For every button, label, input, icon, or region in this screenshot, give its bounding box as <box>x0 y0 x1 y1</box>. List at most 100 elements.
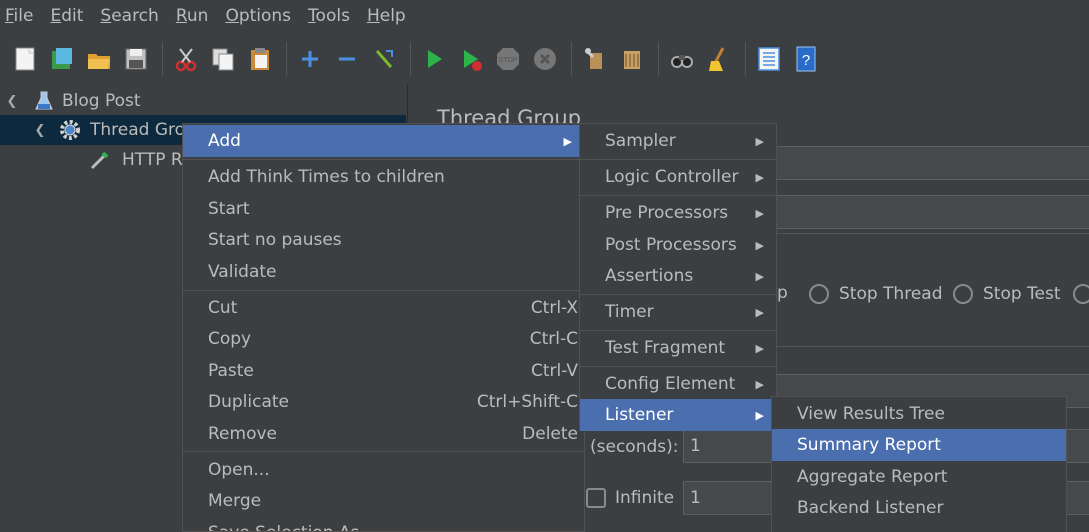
menu-item-save-selection[interactable]: Save Selection As... <box>183 517 584 531</box>
menu-help-label: elp <box>379 6 406 26</box>
tree-node-test-plan[interactable]: ❮ Blog Post <box>0 86 406 116</box>
menu-item-validate[interactable]: Validate <box>183 256 584 288</box>
function-helper-icon[interactable] <box>752 42 786 76</box>
stop-thread-option[interactable]: Stop Thread <box>809 284 943 304</box>
reset-search-icon[interactable] <box>702 42 736 76</box>
toggle-icon[interactable] <box>367 42 401 76</box>
expand-icon[interactable] <box>293 42 327 76</box>
menu-item-paste-label: Paste <box>208 361 254 381</box>
shutdown-icon[interactable] <box>528 42 562 76</box>
chevron-down-icon[interactable]: ❮ <box>4 94 20 109</box>
stop-test-radio[interactable] <box>953 284 973 304</box>
menu-item-post-processors-label: Post Processors <box>605 235 737 255</box>
svg-text:STOP: STOP <box>499 57 518 64</box>
menu-file[interactable]: File <box>0 6 39 26</box>
menu-item-summary-report-label: Summary Report <box>797 435 941 455</box>
stop-test-now-radio[interactable] <box>1073 284 1089 304</box>
menu-item-aggregate-report[interactable]: Aggregate Report <box>772 461 1066 493</box>
menu-separator <box>580 294 776 295</box>
paste-icon[interactable] <box>243 42 277 76</box>
menu-item-merge[interactable]: Merge <box>183 485 584 517</box>
menu-item-assertions-label: Assertions <box>605 266 694 286</box>
menu-item-logic-controller-label: Logic Controller <box>605 167 739 187</box>
menu-item-add-think-times[interactable]: Add Think Times to children <box>183 161 584 193</box>
menu-item-logic-controller[interactable]: Logic Controller ▶ <box>580 161 776 193</box>
stop-test-option[interactable]: Stop Test <box>953 284 1061 304</box>
gear-icon <box>58 118 82 142</box>
menu-help[interactable]: Help <box>362 6 412 26</box>
save-icon[interactable] <box>119 42 153 76</box>
menu-item-post-processors[interactable]: Post Processors ▶ <box>580 229 776 261</box>
menu-item-listener-label: Listener <box>605 405 674 425</box>
menu-help-mnemonic: H <box>366 6 380 26</box>
open-icon[interactable] <box>82 42 116 76</box>
menu-item-sampler[interactable]: Sampler ▶ <box>580 125 776 157</box>
menu-edit[interactable]: Edit <box>45 6 89 26</box>
menu-item-start-no-pauses[interactable]: Start no pauses <box>183 224 584 256</box>
menu-item-add[interactable]: Add ▶ <box>183 125 584 157</box>
menu-separator <box>183 290 584 291</box>
chevron-right-icon: ▶ <box>755 269 764 283</box>
menu-item-view-results-tree[interactable]: View Results Tree <box>772 398 1066 430</box>
search-icon[interactable] <box>665 42 699 76</box>
stop-test-now-option[interactable] <box>1073 284 1089 308</box>
chevron-right-icon: ▶ <box>563 134 572 148</box>
menu-item-cut-label: Cut <box>208 298 238 318</box>
toolbar-separator <box>571 42 572 76</box>
menu-item-timer[interactable]: Timer ▶ <box>580 296 776 328</box>
templates-icon[interactable] <box>45 42 79 76</box>
menu-item-config-element[interactable]: Config Element ▶ <box>580 368 776 400</box>
menu-bar: File Edit Search Run Options Tools Help <box>0 0 1089 32</box>
copy-icon[interactable] <box>206 42 240 76</box>
start-no-pauses-icon[interactable] <box>454 42 488 76</box>
collapse-icon[interactable] <box>330 42 364 76</box>
stop-thread-radio[interactable] <box>809 284 829 304</box>
help-icon[interactable]: ? <box>789 42 823 76</box>
new-icon[interactable] <box>8 42 42 76</box>
menu-search-label: earch <box>111 6 159 26</box>
menu-item-remove[interactable]: Remove Delete <box>183 418 584 450</box>
menu-search[interactable]: Search <box>95 6 164 26</box>
cut-icon[interactable] <box>169 42 203 76</box>
menu-item-assertions[interactable]: Assertions ▶ <box>580 260 776 292</box>
menu-options[interactable]: Options <box>220 6 297 26</box>
clear-icon[interactable] <box>578 42 612 76</box>
menu-item-duplicate[interactable]: Duplicate Ctrl+Shift-C <box>183 386 584 418</box>
menu-item-start[interactable]: Start <box>183 193 584 225</box>
menu-item-backend-listener[interactable]: Backend Listener <box>772 492 1066 524</box>
infinite-checkbox[interactable] <box>586 488 606 508</box>
menu-run-label: un <box>186 6 209 26</box>
menu-item-listener[interactable]: Listener ▶ <box>580 399 776 431</box>
chevron-down-icon[interactable]: ❮ <box>32 123 48 138</box>
menu-item-test-fragment[interactable]: Test Fragment ▶ <box>580 332 776 364</box>
menu-tools-mnemonic: T <box>308 6 316 26</box>
menu-item-sampler-label: Sampler <box>605 131 676 151</box>
chevron-right-icon: ▶ <box>755 377 764 391</box>
menu-item-copy[interactable]: Copy Ctrl-C <box>183 323 584 355</box>
menu-item-cut[interactable]: Cut Ctrl-X <box>183 292 584 324</box>
menu-run[interactable]: Run <box>171 6 215 26</box>
chevron-right-icon: ▶ <box>755 408 764 422</box>
menu-tools[interactable]: Tools <box>303 6 356 26</box>
clear-all-icon[interactable] <box>615 42 649 76</box>
menu-options-mnemonic: O <box>225 6 239 26</box>
infinite-option[interactable]: Infinite <box>586 488 674 508</box>
menu-item-pre-processors[interactable]: Pre Processors ▶ <box>580 197 776 229</box>
menu-edit-mnemonic: E <box>50 6 62 26</box>
svg-text:?: ? <box>802 52 810 69</box>
menu-item-test-fragment-label: Test Fragment <box>605 338 726 358</box>
menu-item-copy-label: Copy <box>208 329 252 349</box>
menu-run-mnemonic: R <box>175 6 187 26</box>
stop-test-label: Stop Test <box>983 284 1061 304</box>
menu-item-remove-shortcut: Delete <box>522 424 578 444</box>
start-icon[interactable] <box>417 42 451 76</box>
menu-item-paste[interactable]: Paste Ctrl-V <box>183 355 584 387</box>
menu-edit-label: dit <box>61 6 84 26</box>
stop-icon[interactable]: STOP <box>491 42 525 76</box>
menu-file-label: ile <box>13 6 34 26</box>
menu-item-validate-label: Validate <box>208 262 277 282</box>
menu-item-open-label: Open... <box>208 460 270 480</box>
pipette-icon <box>88 148 112 172</box>
menu-item-summary-report[interactable]: Summary Report <box>772 429 1066 461</box>
menu-item-open[interactable]: Open... <box>183 454 584 486</box>
